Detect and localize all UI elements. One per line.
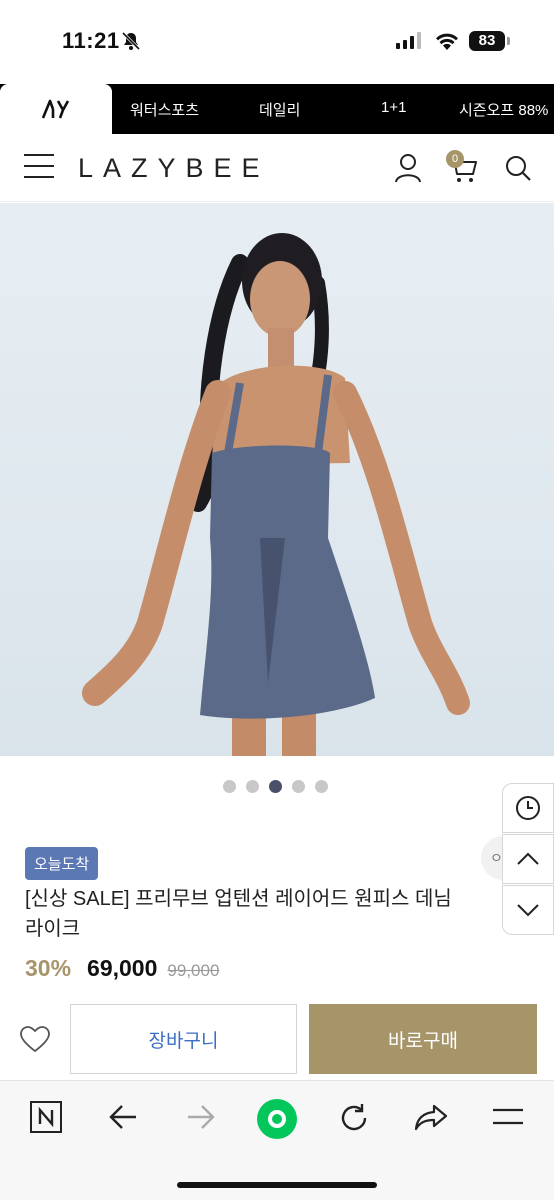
back-arrow-icon[interactable] (108, 1103, 138, 1136)
purchase-actions: 장바구니 바로구매 (0, 1004, 554, 1074)
user-icon[interactable] (394, 153, 422, 188)
chevron-up-icon (517, 852, 539, 865)
recent-history-button[interactable] (502, 783, 554, 833)
naver-n-icon[interactable] (30, 1101, 62, 1138)
cart-count-badge: 0 (446, 150, 464, 168)
site-header: LAZYBEE 0 (0, 134, 554, 202)
original-price: 99,000 (167, 961, 220, 980)
gallery-dot[interactable] (246, 780, 259, 793)
sale-price: 69,000 (87, 955, 158, 981)
scroll-bottom-button[interactable] (502, 885, 554, 935)
home-logo-tab[interactable] (0, 84, 112, 134)
category-nav: 워터스포츠 데일리 1+1 시즌오프 88% (0, 84, 554, 134)
delivery-badge: 오늘도착 (25, 847, 99, 880)
hamburger-icon[interactable] (492, 1107, 524, 1132)
battery-icon: 83 (469, 31, 505, 51)
battery-tip (507, 37, 510, 45)
signal-icon (396, 32, 421, 49)
model-photo (82, 233, 470, 756)
green-dot-icon[interactable] (256, 1098, 298, 1145)
share-icon[interactable] (414, 1103, 448, 1136)
refresh-icon[interactable] (338, 1102, 370, 1139)
wifi-icon (434, 31, 460, 56)
gallery-dot[interactable] (292, 780, 305, 793)
bell-slash-icon (121, 31, 141, 56)
home-indicator (177, 1182, 377, 1188)
product-title: [신상 SALE] 프리무브 업텐션 레이어드 원피스 데님라이크 (25, 888, 452, 940)
scroll-top-button[interactable] (502, 834, 554, 884)
chevron-down-icon (517, 904, 539, 917)
category-daily[interactable]: 데일리 (259, 99, 300, 120)
gallery-pagination (223, 780, 328, 793)
gallery-dot-active[interactable] (269, 780, 282, 793)
forward-arrow-icon[interactable] (186, 1103, 216, 1136)
category-one-plus-one[interactable]: 1+1 (381, 99, 406, 116)
heart-icon[interactable] (20, 1026, 50, 1058)
side-chip[interactable]: ㅇ (481, 836, 503, 880)
product-image[interactable] (0, 203, 554, 756)
discount-rate: 30% (25, 955, 72, 981)
browser-toolbar (0, 1080, 554, 1200)
search-icon[interactable] (504, 154, 532, 187)
history-clock-icon (516, 796, 540, 820)
brand-logo-icon (41, 99, 70, 119)
category-season-off[interactable]: 시즌오프 88% (459, 99, 548, 120)
status-time: 11:21 (62, 28, 120, 53)
menu-icon[interactable] (24, 154, 54, 180)
status-bar: 11:21 83 (0, 0, 554, 84)
gallery-dot[interactable] (223, 780, 236, 793)
gallery-dot[interactable] (315, 780, 328, 793)
brand-logo[interactable]: LAZYBEE (78, 153, 270, 184)
category-water-sports[interactable]: 워터스포츠 (130, 99, 199, 120)
price-row: 30% 69,000 99,000 (25, 955, 219, 982)
floating-controls (502, 783, 554, 936)
add-to-cart-button[interactable]: 장바구니 (70, 1004, 297, 1074)
buy-now-button[interactable]: 바로구매 (309, 1004, 537, 1074)
